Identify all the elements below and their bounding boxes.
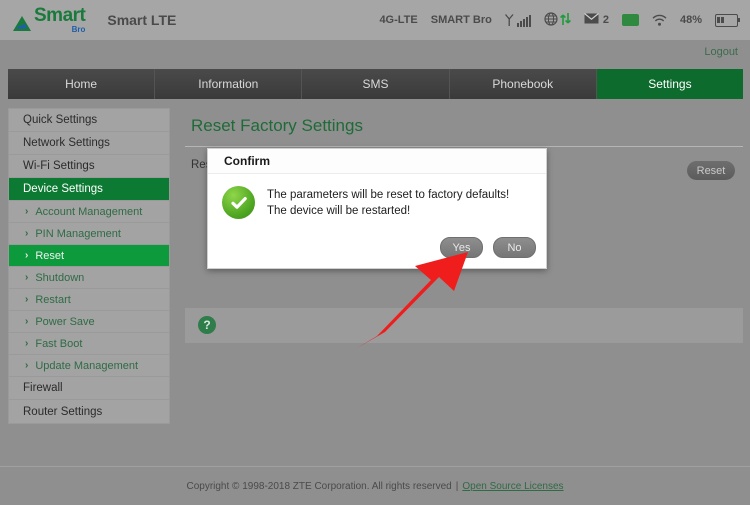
sidebar-item-label: Shutdown [35,271,85,284]
smart-triangle-logo-icon [12,14,32,34]
operator-label: SMART Bro [430,14,492,26]
chevron-right-icon: › [25,316,29,327]
chevron-right-icon: › [25,228,29,239]
nav-item-sms[interactable]: SMS [302,69,450,99]
footer: Copyright © 1998-2018 ZTE Corporation. A… [0,466,750,505]
chevron-right-icon: › [25,206,29,217]
footer-separator: | [455,480,459,492]
sidebar-item-restart[interactable]: › Restart [9,289,169,311]
globe-icon [544,11,558,29]
message-count: 2 [602,14,609,26]
sidebar-item-wifi-settings[interactable]: Wi-Fi Settings [9,155,169,178]
nav-item-phonebook[interactable]: Phonebook [450,69,597,99]
sidebar-item-pin-management[interactable]: › PIN Management [9,223,169,245]
chevron-right-icon: › [25,360,29,371]
status-icon-group: 4G-LTE SMART Bro 2 48% [379,11,740,29]
dialog-body: The parameters will be reset to factory … [208,174,546,219]
message-group[interactable]: 2 [583,13,609,27]
nav-item-home[interactable]: Home [8,69,156,99]
brand-subname: Bro [71,25,86,34]
dialog-yes-button[interactable]: Yes [440,237,483,258]
sidebar-item-fast-boot[interactable]: › Fast Boot [9,333,169,355]
open-source-licenses-link[interactable]: Open Source Licenses [462,481,563,492]
footer-copyright: Copyright © 1998-2018 ZTE Corporation. A… [186,480,452,492]
battery-percent-label: 48% [679,14,702,26]
up-down-arrows-icon [559,12,571,29]
sidebar-item-firewall[interactable]: Firewall [9,377,169,400]
sidebar-item-quick-settings[interactable]: Quick Settings [9,109,169,132]
sidebar-item-label: Account Management [35,205,143,218]
sidebar-item-label: Restart [35,293,71,306]
sidebar-item-shutdown[interactable]: › Shutdown [9,267,169,289]
dialog-message-line-1: The parameters will be reset to factory … [267,189,510,201]
reset-button[interactable]: Reset [687,161,735,180]
brand-logo: Smart Bro [12,5,86,34]
envelope-icon[interactable] [583,13,599,27]
logout-link[interactable]: Logout [704,46,738,58]
dialog-message: The parameters will be reset to factory … [267,186,509,219]
dialog-button-row: Yes No [440,237,536,258]
dialog-title: Confirm [208,149,546,174]
brand-logo-text: Smart Bro [34,5,86,34]
green-check-circle-icon [222,186,255,219]
sidebar-item-label: Reset [35,249,65,262]
signal-bars-icon [504,13,531,27]
dialog-message-line-2: The device will be restarted! [267,204,411,217]
sidebar-item-device-settings[interactable]: Device Settings [9,178,169,201]
sidebar-item-update-management[interactable]: › Update Management [9,355,169,377]
sidebar-item-network-settings[interactable]: Network Settings [9,132,169,155]
chevron-right-icon: › [25,338,29,349]
signal-strength-bars [516,14,531,27]
confirm-dialog: Confirm The parameters will be reset to … [207,148,547,269]
sidebar-item-label: Fast Boot [35,337,83,350]
page-root: Smart Bro Smart LTE 4G-LTE SMART Bro 2 4… [0,0,750,505]
sidebar-item-router-settings[interactable]: Router Settings [9,400,169,423]
battery-icon [715,13,740,27]
sidebar-item-label: PIN Management [35,227,121,240]
sidebar-item-account-management[interactable]: › Account Management [9,201,169,223]
top-status-bar: Smart Bro Smart LTE 4G-LTE SMART Bro 2 4… [0,0,750,40]
nav-item-settings[interactable]: Settings [596,69,744,99]
page-title: Reset Factory Settings [191,116,363,135]
data-connection-group [544,11,571,29]
network-type-label: 4G-LTE [379,14,418,26]
wifi-icon [652,14,667,27]
brand-name: Smart [34,5,86,26]
nav-item-information[interactable]: Information [155,69,303,99]
sidebar-item-label: Power Save [35,315,95,328]
dialog-no-button[interactable]: No [493,237,536,258]
help-row: ? [185,308,743,343]
sidebar-item-reset[interactable]: › Reset [9,245,169,267]
sidebar-item-label: Update Management [35,359,139,372]
device-name: Smart LTE [107,12,177,28]
sim-card-icon [621,14,639,26]
logout-bar: Logout [0,40,750,69]
chevron-right-icon: › [25,294,29,305]
chevron-right-icon: › [25,250,29,261]
sidebar-item-power-save[interactable]: › Power Save [9,311,169,333]
sidebar: Quick Settings Network Settings Wi-Fi Se… [8,108,170,424]
help-question-icon[interactable]: ? [198,316,216,334]
chevron-right-icon: › [25,272,29,283]
main-nav: Home Information SMS Phonebook Settings [8,69,744,99]
